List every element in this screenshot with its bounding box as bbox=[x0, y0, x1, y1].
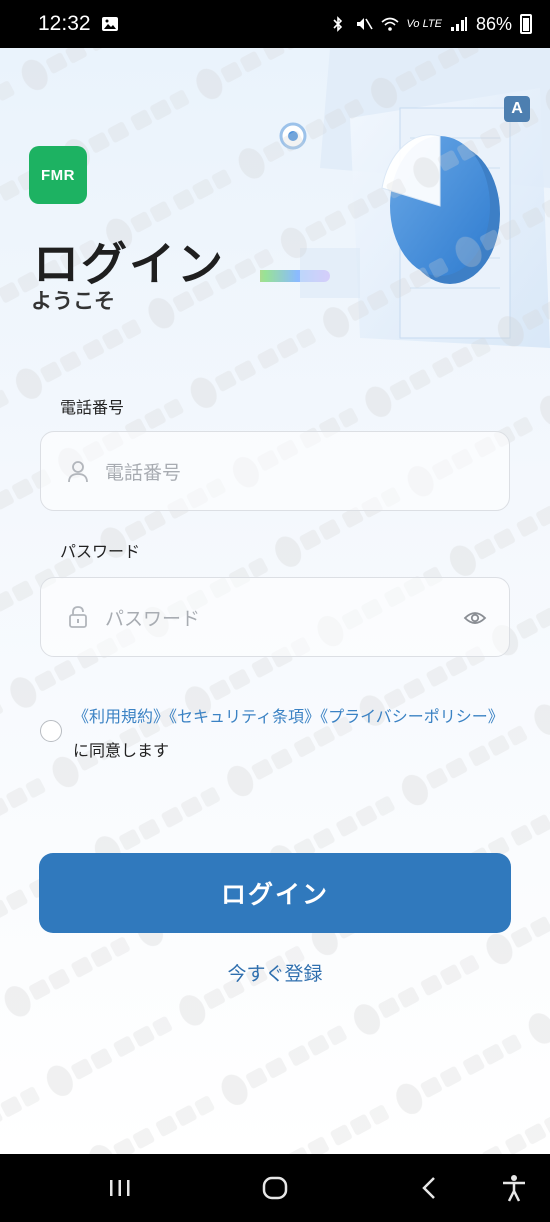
user-icon bbox=[68, 461, 88, 483]
system-nav-bar bbox=[0, 1154, 550, 1222]
login-screen: A FMR ログイン ようこそ 電話番号 電話番号 パスワード パスワード 《利… bbox=[0, 48, 550, 1154]
app-logo: FMR bbox=[29, 146, 87, 204]
privacy-policy-link[interactable]: 《プライバシーポリシー》 bbox=[320, 707, 504, 726]
accessibility-icon[interactable] bbox=[498, 1172, 530, 1204]
terms-checkbox[interactable] bbox=[40, 720, 62, 742]
recent-apps-icon[interactable] bbox=[104, 1172, 136, 1204]
bluetooth-icon bbox=[332, 16, 342, 32]
page-subtitle: ようこそ bbox=[31, 289, 115, 313]
signal-icon bbox=[450, 17, 467, 31]
image-notification-icon bbox=[101, 17, 118, 31]
agree-text: に同意します bbox=[73, 741, 170, 760]
status-left: 12:32 bbox=[38, 12, 119, 36]
clock: 12:32 bbox=[38, 12, 91, 35]
phone-placeholder: 電話番号 bbox=[105, 462, 182, 484]
status-bar: 12:32 Vo LTE 86% bbox=[0, 0, 550, 48]
status-right: Vo LTE 86% bbox=[329, 13, 532, 35]
phone-label: 電話番号 bbox=[60, 398, 125, 417]
password-field[interactable]: パスワード bbox=[40, 577, 510, 657]
back-icon[interactable] bbox=[414, 1172, 446, 1204]
eye-icon[interactable] bbox=[463, 607, 487, 629]
terms-text: 《利用規約》《セキュリティ条項》《プライバシーポリシー》 に同意します bbox=[73, 700, 513, 768]
phone-field[interactable]: 電話番号 bbox=[40, 431, 510, 511]
security-terms-link[interactable]: 《セキュリティ条項》 bbox=[169, 707, 320, 726]
battery-percent: 86% bbox=[475, 13, 512, 34]
mute-icon bbox=[356, 18, 373, 30]
wifi-icon bbox=[380, 17, 399, 31]
lock-icon bbox=[69, 606, 87, 628]
home-icon[interactable] bbox=[259, 1172, 291, 1204]
password-label: パスワード bbox=[60, 542, 141, 561]
terms-of-use-link[interactable]: 《利用規約》 bbox=[73, 707, 169, 726]
register-link[interactable]: 今すぐ登録 bbox=[0, 959, 550, 986]
volte-label: Vo LTE bbox=[406, 18, 442, 30]
login-button[interactable]: ログイン bbox=[39, 853, 511, 933]
battery-icon bbox=[520, 14, 532, 34]
translate-badge[interactable]: A bbox=[504, 96, 530, 122]
password-placeholder: パスワード bbox=[105, 608, 201, 630]
